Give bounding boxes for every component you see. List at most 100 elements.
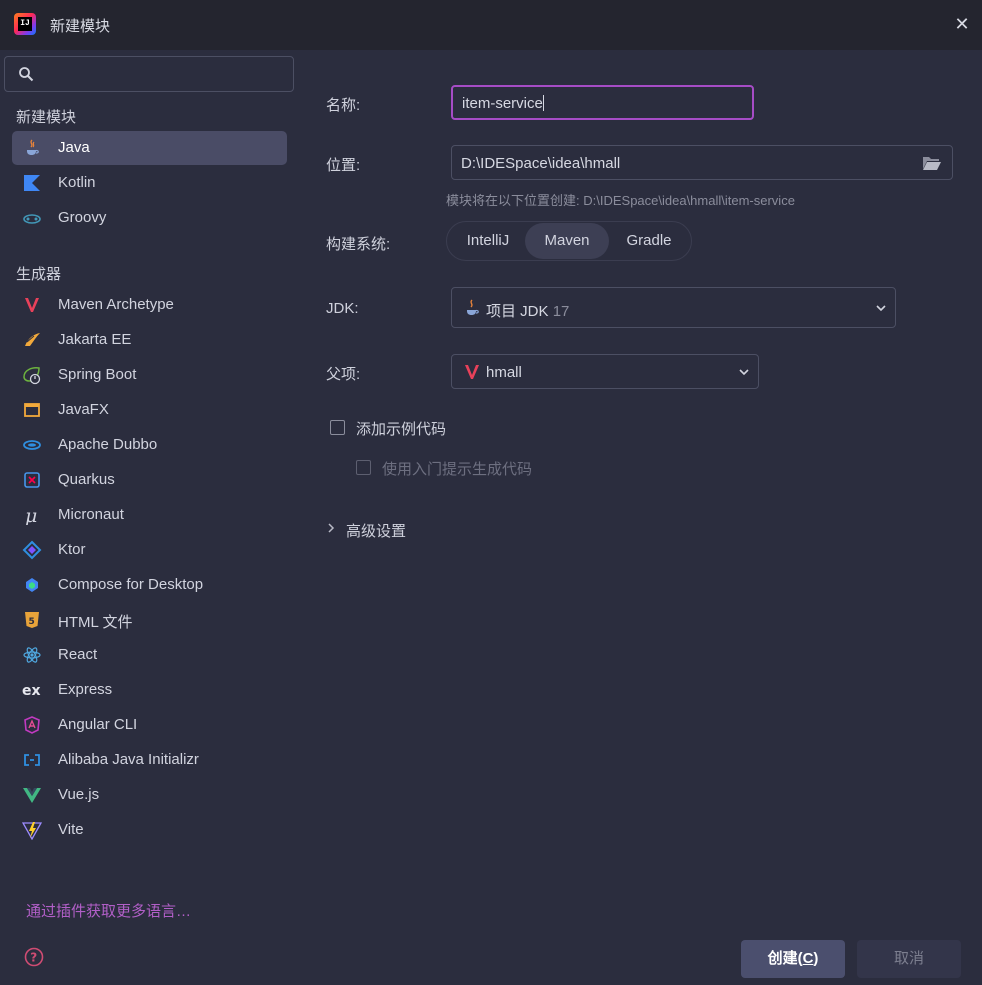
checkbox-box[interactable] — [330, 420, 345, 435]
dubbo-icon — [23, 440, 41, 450]
react-icon — [23, 647, 41, 663]
sidebar-item-label: Spring Boot — [58, 366, 137, 383]
vue-icon — [23, 788, 41, 803]
vite-icon — [22, 822, 42, 840]
search-icon — [19, 67, 34, 82]
create-button[interactable]: 创建(C) — [741, 940, 845, 978]
sidebar-item-quarkus[interactable]: Quarkus — [12, 463, 287, 497]
create-suffix: ) — [813, 950, 819, 967]
javafx-icon — [24, 403, 40, 417]
checkbox-box[interactable] — [356, 460, 371, 475]
search-box[interactable] — [4, 56, 294, 92]
sidebar-item-javafx[interactable]: JavaFX — [12, 393, 287, 427]
name-field[interactable]: item-service — [451, 85, 754, 120]
express-icon: ex — [22, 683, 41, 699]
build-option-maven[interactable]: Maven — [525, 223, 609, 259]
location-hint: 模块将在以下位置创建: D:\IDESpace\idea\hmall\item-… — [446, 190, 795, 209]
chevron-down-icon — [739, 369, 749, 376]
maven-icon — [465, 365, 479, 379]
sidebar-item-jakarta-ee[interactable]: Jakarta EE — [12, 323, 287, 357]
build-option-intellij[interactable]: IntelliJ — [451, 223, 525, 259]
sidebar-item-label: Vite — [58, 821, 84, 838]
sidebar-item-label: Express — [58, 681, 113, 698]
parent-value: hmall — [486, 364, 522, 381]
sidebar-item-spring-boot[interactable]: Spring Boot — [12, 358, 287, 392]
parent-dropdown[interactable]: hmall — [451, 354, 759, 389]
alibaba-icon — [24, 754, 40, 766]
sidebar-item-label: Quarkus — [58, 471, 115, 488]
location-value: D:\IDESpace\idea\hmall — [461, 155, 621, 172]
svg-text:?: ? — [30, 951, 37, 965]
jdk-label: JDK: — [326, 300, 359, 317]
title-bar: IJ 新建模块 ✕ — [0, 0, 982, 50]
sidebar-item-label: Java — [58, 139, 90, 156]
sidebar-item-vuejs[interactable]: Vue.js — [12, 778, 287, 812]
location-label: 位置: — [326, 157, 361, 174]
location-hint-path: D:\IDESpace\idea\hmall\item-service — [583, 193, 795, 208]
sidebar-item-label: React — [58, 646, 98, 663]
sidebar-item-ktor[interactable]: Ktor — [12, 533, 287, 567]
sidebar-item-compose-for-desktop[interactable]: Compose for Desktop — [12, 568, 287, 602]
window-title: 新建模块 — [50, 18, 111, 35]
sidebar-item-label: JavaFX — [58, 401, 109, 418]
jakarta-ee-icon — [25, 333, 40, 346]
onboarding-tips-label: 使用入门提示生成代码 — [382, 461, 533, 478]
advanced-settings-label: 高级设置 — [346, 523, 407, 540]
sidebar-item-label: Ktor — [58, 541, 86, 558]
close-icon[interactable]: ✕ — [950, 12, 974, 36]
ktor-icon — [22, 540, 42, 560]
create-mnemonic: C — [802, 950, 814, 967]
sidebar-item-alibaba-java-initializr[interactable]: Alibaba Java Initializr — [12, 743, 287, 777]
location-field[interactable]: D:\IDESpace\idea\hmall — [451, 145, 953, 180]
build-system-selector: IntelliJ Maven Gradle — [446, 221, 692, 261]
sidebar-item-kotlin[interactable]: Kotlin — [12, 166, 287, 200]
sidebar-item-express[interactable]: ex Express — [12, 673, 287, 707]
build-option-gradle[interactable]: Gradle — [611, 223, 687, 259]
help-icon[interactable]: ? — [24, 947, 44, 967]
build-system-label: 构建系统: — [326, 236, 391, 253]
angular-icon — [24, 716, 40, 734]
jdk-version: 17 — [552, 303, 570, 320]
folder-icon[interactable] — [922, 154, 942, 172]
sidebar-item-groovy[interactable]: Groovy — [12, 201, 287, 235]
sidebar-item-label: Kotlin — [58, 174, 96, 191]
search-input[interactable] — [41, 63, 285, 87]
sidebar-item-vite[interactable]: Vite — [12, 813, 287, 847]
cancel-button[interactable]: 取消 — [857, 940, 961, 978]
spring-boot-icon — [23, 367, 41, 385]
sidebar-item-label: Compose for Desktop — [58, 576, 204, 593]
sidebar-item-maven-archetype[interactable]: Maven Archetype — [12, 288, 287, 322]
get-more-languages-link[interactable]: 通过插件获取更多语言… — [26, 900, 191, 921]
name-label: 名称: — [326, 97, 361, 114]
create-label: 创建( — [767, 950, 803, 967]
sidebar-item-apache-dubbo[interactable]: Apache Dubbo — [12, 428, 287, 462]
name-value: item-service — [462, 95, 543, 112]
jdk-value: 项目 JDK 17 — [486, 300, 569, 321]
svg-text:μ: μ — [25, 505, 37, 525]
compose-icon — [26, 578, 38, 592]
sidebar-item-react[interactable]: React — [12, 638, 287, 672]
java-icon — [467, 299, 479, 315]
kotlin-icon — [24, 175, 40, 191]
java-icon — [27, 139, 39, 155]
quarkus-icon — [24, 472, 40, 488]
chevron-right-icon — [328, 523, 335, 533]
svg-text:ex: ex — [22, 683, 41, 699]
micronaut-icon: μ — [25, 505, 37, 525]
generators-section-title: 生成器 — [16, 266, 62, 283]
chevron-down-icon — [876, 305, 886, 312]
sidebar-item-micronaut[interactable]: μ Micronaut — [12, 498, 287, 532]
new-module-section-title: 新建模块 — [16, 109, 77, 126]
sidebar-item-label: Angular CLI — [58, 716, 138, 733]
maven-icon — [25, 298, 39, 312]
sidebar-item-label: Maven Archetype — [58, 296, 174, 313]
sidebar-item-java[interactable]: Java — [12, 131, 287, 165]
sidebar-item-label: Apache Dubbo — [58, 436, 158, 453]
jdk-name: 项目 JDK — [486, 303, 549, 320]
sidebar-item-label: HTML 文件 — [58, 614, 133, 631]
add-sample-code-label: 添加示例代码 — [356, 421, 447, 438]
sidebar-item-label: Jakarta EE — [58, 331, 132, 348]
sidebar-item-html[interactable]: 5 HTML 文件 — [12, 603, 287, 637]
jdk-dropdown[interactable]: 项目 JDK 17 — [451, 287, 896, 328]
sidebar-item-angular-cli[interactable]: Angular CLI — [12, 708, 287, 742]
